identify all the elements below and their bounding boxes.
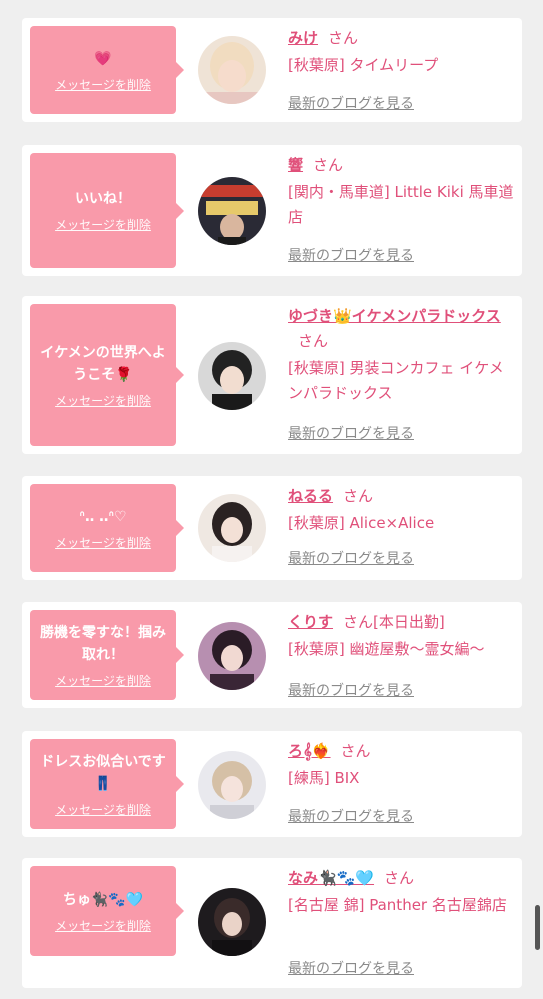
latest-blog-link[interactable]: 最新のブログを見る: [288, 423, 414, 443]
message-card: ᐢ‥ ‥ᐢ♡ メッセージを削除 ねるる さん [秋葉原] Alice×Alice …: [22, 476, 522, 580]
honorific: さん: [298, 332, 329, 350]
delete-message-link[interactable]: メッセージを削除: [55, 76, 151, 93]
message-text: 💗: [94, 50, 112, 67]
delete-message-link[interactable]: メッセージを削除: [55, 216, 151, 233]
user-name-link[interactable]: なみ🐈‍⬛🐾🩵: [288, 869, 374, 887]
honorific: さん: [340, 742, 371, 760]
shop-name: [秋葉原] 幽遊屋敷〜霊女編〜: [288, 640, 485, 658]
user-name-link[interactable]: ろ𝄞❤️‍🔥: [288, 742, 331, 760]
honorific: さん: [343, 487, 374, 505]
shop-name: [秋葉原] タイムリープ: [288, 56, 439, 74]
message-card: いいね！ メッセージを削除 響さん [関内・馬車道] Little Kiki 馬…: [22, 145, 522, 276]
delete-message-link[interactable]: メッセージを削除: [55, 672, 151, 689]
honorific: さん: [343, 613, 374, 631]
user-info: くりす さん[本日出勤] [秋葉原] 幽遊屋敷〜霊女編〜: [288, 610, 516, 662]
message-bubble: ちゅ🐈‍⬛🐾🩵 メッセージを削除: [30, 866, 184, 956]
message-card: 勝機を零すな！掴み取れ！ メッセージを削除 くりす さん[本日出勤] [秋葉原] …: [22, 602, 522, 708]
user-info: みけ さん [秋葉原] タイムリープ: [288, 26, 516, 78]
user-name-link[interactable]: 響: [288, 156, 303, 174]
message-text: いいね！: [75, 191, 131, 207]
latest-blog-link[interactable]: 最新のブログを見る: [288, 548, 414, 568]
honorific: さん: [313, 156, 344, 174]
avatar[interactable]: [198, 622, 266, 690]
user-info: なみ🐈‍⬛🐾🩵 さん [名古屋 錦] Panther 名古屋錦店: [288, 866, 516, 918]
latest-blog-link[interactable]: 最新のブログを見る: [288, 245, 414, 265]
shop-name: [秋葉原] 男装コンカフェ イケメンパラドックス: [288, 359, 504, 402]
shop-name: [名古屋 錦] Panther 名古屋錦店: [288, 896, 507, 914]
latest-blog-link[interactable]: 最新のブログを見る: [288, 93, 414, 113]
message-text: ᐢ‥ ‥ᐢ♡: [79, 508, 127, 525]
shop-name: [練馬] BIX: [288, 769, 360, 787]
message-text: イケメンの世界へようこそ🌹: [40, 344, 166, 383]
message-bubble: イケメンの世界へようこそ🌹 メッセージを削除: [30, 304, 184, 446]
message-text: ドレスお似合いです👖: [40, 753, 166, 792]
message-bubble: いいね！ メッセージを削除: [30, 153, 184, 268]
message-bubble: ドレスお似合いです👖 メッセージを削除: [30, 739, 184, 829]
message-card: 💗 メッセージを削除 みけ さん [秋葉原] タイムリープ 最新のブログを見る: [22, 18, 522, 122]
message-card: イケメンの世界へようこそ🌹 メッセージを削除 ゆづき👑イケメンパラドックスさん …: [22, 296, 522, 454]
user-name-link[interactable]: みけ: [288, 29, 318, 47]
attendance-status: [本日出勤]: [373, 613, 445, 631]
user-info: ねるる さん [秋葉原] Alice×Alice: [288, 484, 516, 536]
message-text: ちゅ🐈‍⬛🐾🩵: [62, 891, 144, 908]
message-bubble: ᐢ‥ ‥ᐢ♡ メッセージを削除: [30, 484, 184, 572]
message-card: ちゅ🐈‍⬛🐾🩵 メッセージを削除 なみ🐈‍⬛🐾🩵 さん [名古屋 錦] Panth…: [22, 858, 522, 988]
shop-name: [秋葉原] Alice×Alice: [288, 514, 435, 532]
user-info: 響さん [関内・馬車道] Little Kiki 馬車道店: [288, 153, 516, 230]
latest-blog-link[interactable]: 最新のブログを見る: [288, 806, 414, 826]
latest-blog-link[interactable]: 最新のブログを見る: [288, 680, 414, 700]
honorific: さん: [384, 869, 415, 887]
shop-name: [関内・馬車道] Little Kiki 馬車道店: [288, 183, 514, 226]
latest-blog-link[interactable]: 最新のブログを見る: [288, 958, 414, 978]
message-card: ドレスお似合いです👖 メッセージを削除 ろ𝄞❤️‍🔥 さん [練馬] BIX 最新…: [22, 731, 522, 837]
avatar[interactable]: [198, 888, 266, 956]
avatar[interactable]: [198, 177, 266, 245]
user-info: ゆづき👑イケメンパラドックスさん [秋葉原] 男装コンカフェ イケメンパラドック…: [288, 304, 516, 406]
avatar[interactable]: [198, 36, 266, 104]
message-text: 勝機を零すな！掴み取れ！: [40, 624, 166, 663]
honorific: さん: [328, 29, 359, 47]
user-name-link[interactable]: ねるる: [288, 487, 333, 505]
delete-message-link[interactable]: メッセージを削除: [55, 534, 151, 551]
user-name-link[interactable]: くりす: [288, 613, 333, 631]
avatar[interactable]: [198, 342, 266, 410]
delete-message-link[interactable]: メッセージを削除: [55, 801, 151, 818]
user-info: ろ𝄞❤️‍🔥 さん [練馬] BIX: [288, 739, 516, 791]
avatar[interactable]: [198, 494, 266, 562]
avatar[interactable]: [198, 751, 266, 819]
message-bubble: 💗 メッセージを削除: [30, 26, 184, 114]
message-bubble: 勝機を零すな！掴み取れ！ メッセージを削除: [30, 610, 184, 700]
scrollbar[interactable]: [535, 905, 540, 950]
user-name-link[interactable]: ゆづき👑イケメンパラドックス: [288, 307, 501, 325]
delete-message-link[interactable]: メッセージを削除: [55, 917, 151, 934]
delete-message-link[interactable]: メッセージを削除: [55, 392, 151, 409]
